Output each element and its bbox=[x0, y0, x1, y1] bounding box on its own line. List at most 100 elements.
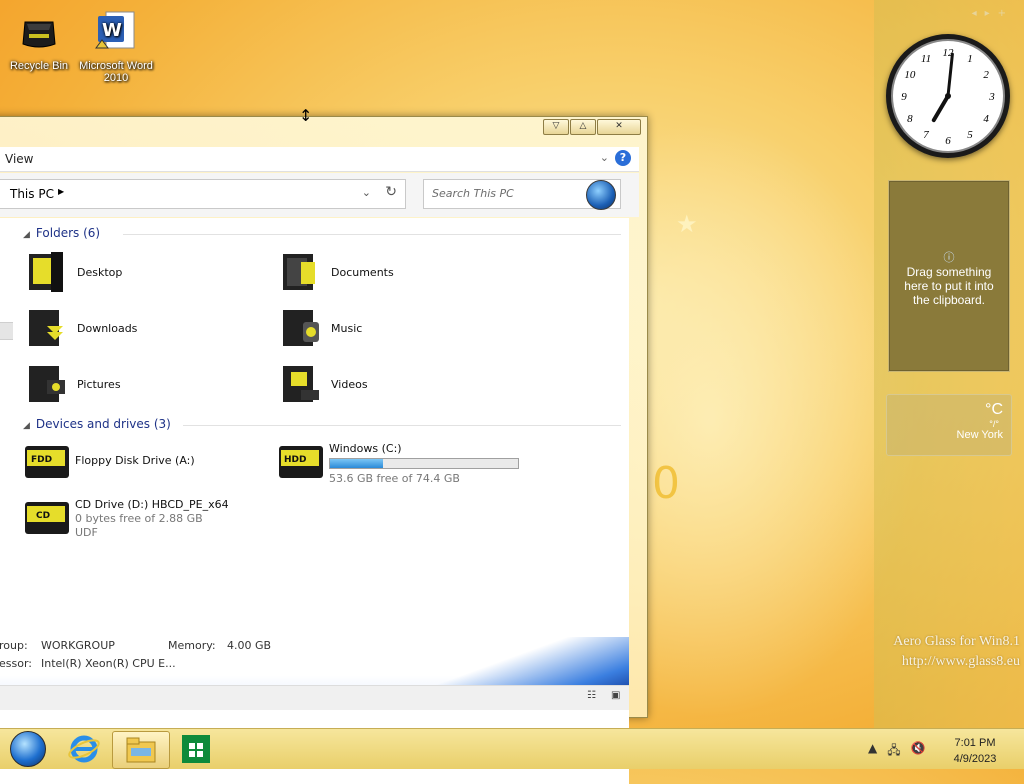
sidebar-nav-arrows[interactable]: ◂▸+ bbox=[972, 8, 1014, 19]
large-icons-view-icon[interactable]: ▣ bbox=[611, 690, 625, 702]
folder-videos[interactable]: Videos bbox=[277, 360, 368, 408]
search-box[interactable]: Search This PC bbox=[423, 179, 621, 210]
breadcrumb-this-pc[interactable]: This PC bbox=[10, 187, 54, 201]
window-controls: ▽ △ ✕ bbox=[542, 119, 641, 135]
clock-gadget[interactable]: 1 2 3 4 5 6 7 8 9 10 11 12 bbox=[886, 34, 1010, 158]
collapse-arrow-icon[interactable]: ◢ bbox=[23, 421, 30, 431]
resize-cursor-icon: ↕ bbox=[299, 106, 313, 125]
tray-date: 4/9/2023 bbox=[953, 753, 997, 765]
watermark-line2: http://www.glass8.eu bbox=[901, 654, 1020, 669]
clock-numeral: 3 bbox=[988, 91, 995, 103]
breadcrumb-arrow-icon[interactable]: ▶ bbox=[58, 187, 64, 196]
workgroup-value: WORKGROUP bbox=[41, 639, 115, 652]
clock-numeral: 10 bbox=[904, 69, 916, 81]
drive-badge: HDD bbox=[284, 455, 306, 465]
address-dropdown-icon[interactable]: ⌄ bbox=[362, 186, 371, 199]
weather-gadget[interactable]: °C °/° New York bbox=[886, 394, 1012, 456]
weather-range: °/° bbox=[989, 419, 999, 429]
weather-unit: °C bbox=[985, 401, 1003, 418]
clock-numeral: 11 bbox=[921, 53, 931, 65]
clipboard-gadget[interactable]: ⓘ Drag something here to put it into the… bbox=[888, 180, 1010, 372]
drive-usage-fill bbox=[330, 459, 383, 468]
processor-value: Intel(R) Xeon(R) CPU E... bbox=[41, 657, 176, 670]
wallpaper-digit: 0 bbox=[652, 458, 680, 509]
desktop-icon-recycle-bin[interactable]: Recycle Bin bbox=[0, 8, 81, 72]
folder-label: Videos bbox=[331, 377, 368, 391]
network-status-icon[interactable]: 🖧 bbox=[887, 741, 900, 762]
search-input[interactable]: Search This PC bbox=[432, 187, 514, 200]
clock-numeral: 5 bbox=[967, 129, 973, 141]
ribbon-expand-icon[interactable]: ⌄ bbox=[600, 151, 609, 164]
taskbar-internet-explorer[interactable] bbox=[56, 731, 112, 767]
clock-numeral: 4 bbox=[983, 113, 989, 125]
folders-group-header[interactable]: ◢ Folders (6) bbox=[23, 226, 100, 240]
folder-icon bbox=[283, 366, 319, 402]
drive-free-space: 0 bytes free of 2.88 GB bbox=[75, 512, 203, 525]
drive-badge: CD bbox=[36, 511, 50, 521]
group-title: Folders (6) bbox=[35, 226, 101, 240]
clock-numeral: 2 bbox=[983, 69, 989, 81]
clipboard-text: Drag something here to put it into the c… bbox=[904, 265, 994, 307]
drive-badge: FDD bbox=[31, 455, 52, 465]
desktop-icon-label: Recycle Bin bbox=[9, 60, 69, 72]
start-button[interactable] bbox=[0, 731, 56, 767]
clock-numeral: 7 bbox=[923, 129, 929, 141]
memory-key: Memory: bbox=[168, 639, 216, 652]
show-hidden-icons-icon[interactable]: ▲ bbox=[868, 741, 877, 762]
folder-pictures[interactable]: Pictures bbox=[23, 360, 121, 408]
drive-windows-c[interactable]: HDD Windows (C:) 53.6 GB free of 74.4 GB bbox=[277, 442, 537, 490]
menu-view[interactable]: View bbox=[5, 152, 33, 166]
drive-free-space: 53.6 GB free of 74.4 GB bbox=[329, 472, 460, 485]
folder-music[interactable]: Music bbox=[277, 304, 362, 352]
clock-numeral: 1 bbox=[967, 53, 973, 65]
ribbon-bar: View ⌄ ? bbox=[0, 147, 639, 172]
watermark-line1: Aero Glass for Win8.1 bbox=[893, 634, 1020, 649]
minimize-button[interactable]: ▽ bbox=[543, 119, 569, 135]
clock-numeral: 8 bbox=[907, 113, 913, 125]
drive-usage-bar bbox=[329, 458, 519, 469]
processor-key: essor: bbox=[0, 657, 32, 670]
desktop-icon-word[interactable]: W Microsoft Word 2010 bbox=[74, 8, 158, 84]
folder-label: Pictures bbox=[77, 377, 121, 391]
maximize-button[interactable]: △ bbox=[570, 119, 596, 135]
word-document-icon: W bbox=[92, 8, 140, 56]
drive-name: CD Drive (D:) HBCD_PE_x64 bbox=[75, 498, 229, 511]
folder-label: Downloads bbox=[77, 321, 138, 335]
explorer-window[interactable]: ▽ △ ✕ View ⌄ ? This PC ▶ ⌄ ↻ Search This… bbox=[0, 116, 648, 784]
folder-desktop[interactable]: Desktop bbox=[23, 248, 122, 296]
clock-center bbox=[945, 93, 951, 99]
refresh-icon[interactable]: ↻ bbox=[385, 184, 397, 200]
recycle-bin-icon bbox=[15, 8, 63, 56]
taskbar-store[interactable] bbox=[168, 731, 224, 767]
help-icon[interactable]: ? bbox=[615, 150, 631, 166]
drive-name: Windows (C:) bbox=[329, 442, 402, 455]
clock-tray[interactable]: 7:01 PM 4/9/2023 bbox=[930, 735, 1020, 767]
workgroup-key: roup: bbox=[0, 639, 28, 652]
taskbar-file-explorer[interactable] bbox=[112, 731, 170, 769]
tray-time: 7:01 PM bbox=[954, 737, 996, 749]
drives-group-header[interactable]: ◢ Devices and drives (3) bbox=[23, 417, 171, 431]
folder-documents[interactable]: Documents bbox=[277, 248, 394, 296]
cd-drive-icon: CD bbox=[25, 502, 69, 534]
desktop-icon-label: Microsoft Word 2010 bbox=[79, 60, 153, 84]
search-orb-icon[interactable] bbox=[586, 180, 616, 210]
volume-muted-icon[interactable]: 🔇 bbox=[911, 741, 926, 762]
info-icon: ⓘ bbox=[943, 252, 955, 264]
clock-numeral: 6 bbox=[945, 135, 951, 147]
watermark: Aero Glass for Win8.1 http://www.glass8.… bbox=[893, 632, 1020, 672]
folder-label: Documents bbox=[331, 265, 394, 279]
svg-text:W: W bbox=[102, 20, 122, 41]
close-button[interactable]: ✕ bbox=[597, 119, 641, 135]
taskbar: ▲ 🖧 🔇 7:01 PM 4/9/2023 bbox=[0, 728, 1024, 769]
drive-cd-d[interactable]: CD CD Drive (D:) HBCD_PE_x64 0 bytes fre… bbox=[23, 498, 283, 546]
address-bar[interactable]: This PC ▶ ⌄ ↻ bbox=[0, 179, 406, 209]
group-divider bbox=[183, 425, 621, 426]
drive-floppy[interactable]: FDD Floppy Disk Drive (A:) bbox=[23, 442, 263, 490]
collapse-arrow-icon[interactable]: ◢ bbox=[23, 230, 30, 240]
drive-name: Floppy Disk Drive (A:) bbox=[75, 454, 195, 467]
wallpaper-star: ★ bbox=[676, 210, 698, 238]
status-bar: ☷ ▣ bbox=[0, 685, 629, 710]
folder-downloads[interactable]: Downloads bbox=[23, 304, 137, 352]
details-view-icon[interactable]: ☷ bbox=[587, 690, 601, 702]
folder-icon bbox=[283, 310, 319, 346]
